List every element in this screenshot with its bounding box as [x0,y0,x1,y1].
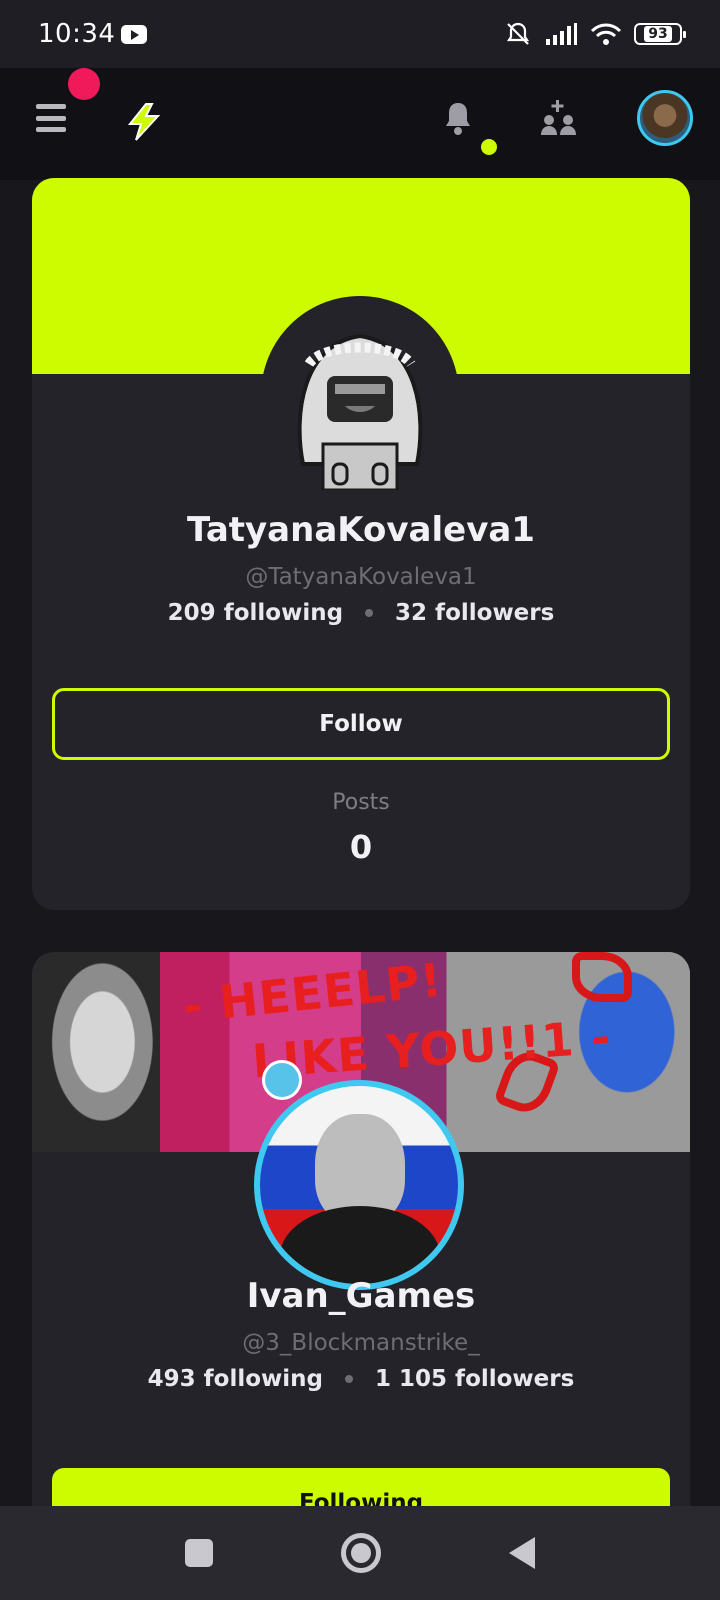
system-nav-bar [0,1506,720,1600]
following-count[interactable]: 493 following [148,1366,323,1392]
banner-text: - HEEELP! [179,952,445,1034]
menu-icon[interactable] [36,104,66,132]
banner-photo [32,952,160,1152]
battery-level: 93 [644,26,672,42]
avatar[interactable] [283,314,437,490]
home-circle-icon[interactable] [341,1533,381,1573]
back-icon[interactable] [509,1537,535,1569]
profile-name[interactable]: Ivan_Games [32,1276,690,1316]
battery-indicator: 93 [634,23,686,45]
menu-notification-dot [68,68,100,100]
profile-handle: @TatyanaKovaleva1 [245,564,477,590]
profile-stats: 209 following 32 followers [32,600,690,626]
youtube-notification-icon [121,24,148,44]
bell-muted-icon [506,22,530,45]
following-count[interactable]: 209 following [168,600,343,626]
user-avatar[interactable] [637,90,693,146]
profile-name[interactable]: TatyanaKovaleva1 [32,510,690,550]
profile-card[interactable]: TatyanaKovaleva1 @TatyanaKovaleva1 209 f… [32,178,690,910]
bell-icon[interactable] [443,100,473,136]
profile-stats: 493 following 1 105 followers [32,1366,690,1392]
followers-count[interactable]: 32 followers [395,600,554,626]
avatar-decoration-icon [262,1060,302,1100]
status-bar: 10:34 93 [0,0,720,68]
posts-count: 0 [349,828,373,866]
posts-label: Posts [332,790,390,815]
status-icons: 93 [504,20,686,48]
banner-ribbon [572,952,632,1002]
follow-button[interactable]: Follow [52,688,670,760]
profile-card[interactable]: - HEEELP! LIKE YOU!!1 - Ivan_Games @3_Bl… [32,952,690,1512]
profile-handle: @3_Blockmanstrike_ [242,1330,480,1356]
add-people-icon[interactable] [540,100,578,136]
separator-dot [345,1375,354,1383]
avatar-frame [261,296,459,494]
app-header [0,68,720,180]
app-logo-icon[interactable] [124,102,164,142]
notification-dot [481,139,497,155]
status-time: 10:34 [38,19,116,49]
screen: 10:34 93 TatyanaKovaleva1 @TatyanaKovale… [0,0,720,1600]
square-icon[interactable] [185,1539,213,1567]
avatar[interactable] [254,1080,464,1290]
signal-icon [546,23,577,45]
wifi-icon [590,23,622,45]
separator-dot [365,609,374,617]
followers-count[interactable]: 1 105 followers [375,1366,574,1392]
